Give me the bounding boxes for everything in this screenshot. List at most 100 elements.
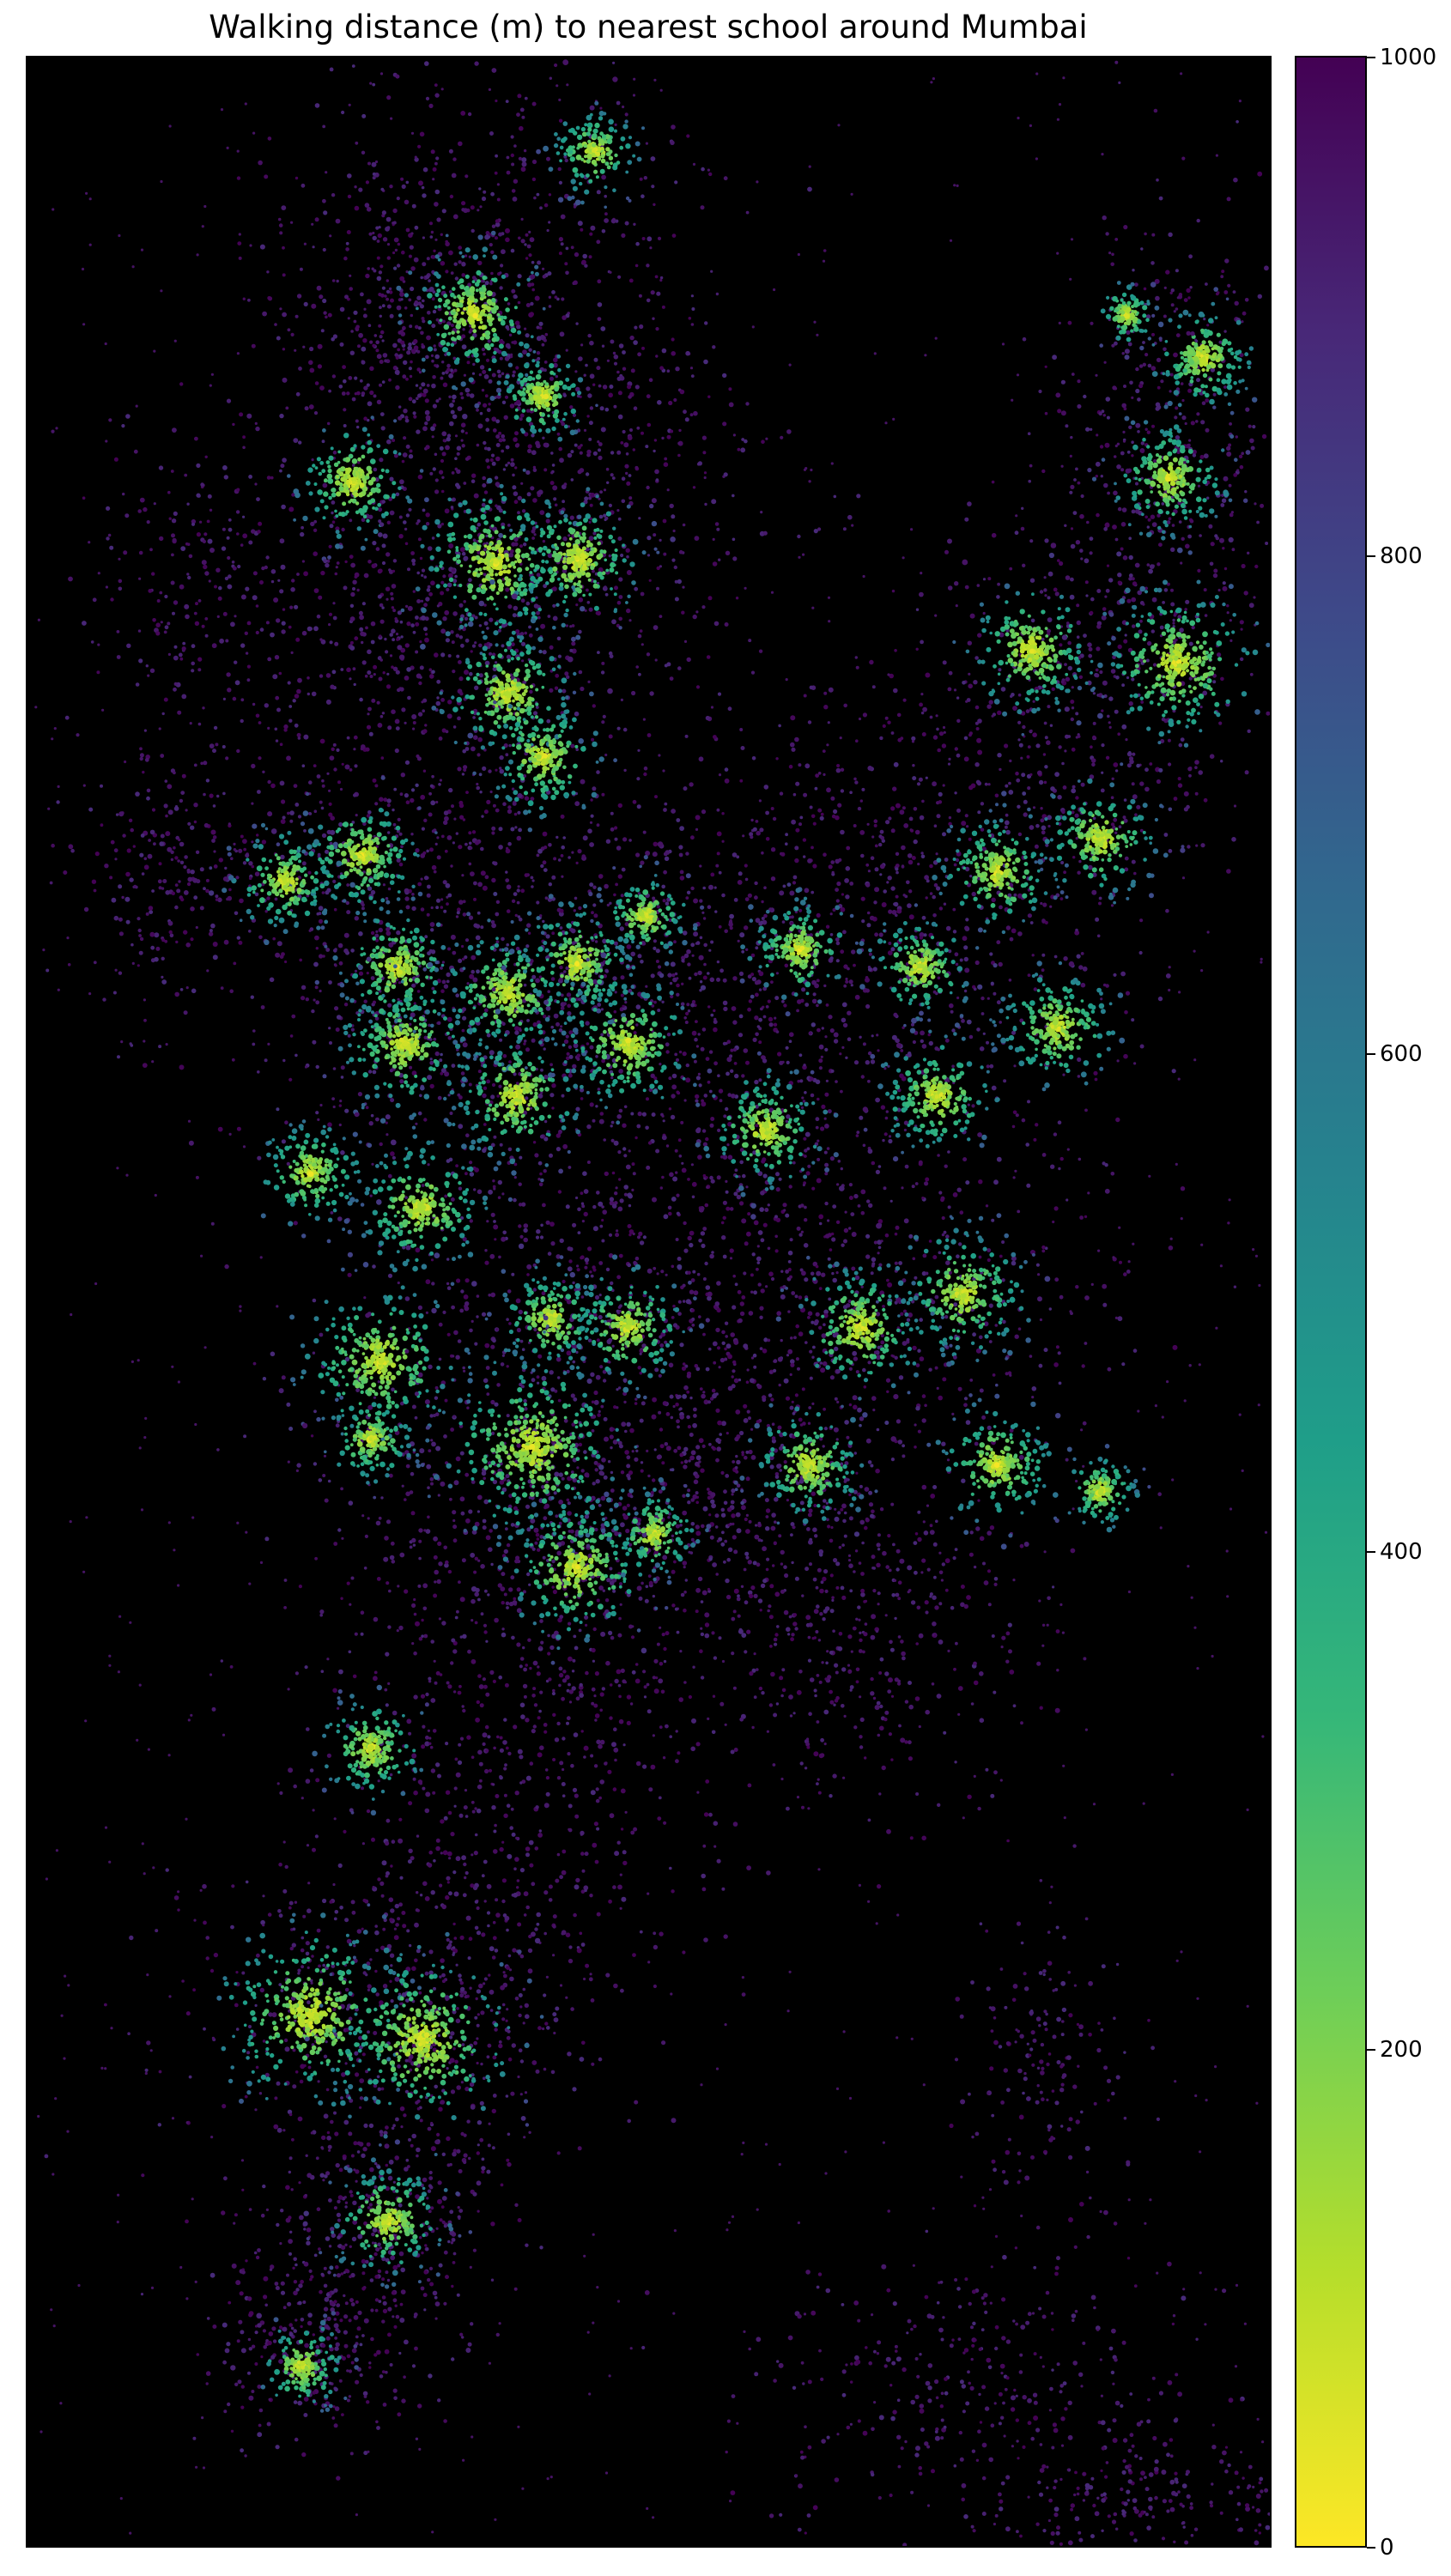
map-point: [309, 346, 314, 352]
map-point: [791, 1291, 796, 1295]
map-point: [463, 556, 468, 561]
map-point: [963, 956, 969, 962]
map-point: [549, 1221, 555, 1227]
map-point: [471, 479, 476, 483]
map-point: [357, 461, 361, 464]
map-point: [569, 648, 574, 652]
map-point: [193, 820, 197, 824]
map-point: [180, 791, 185, 795]
map-point: [505, 445, 510, 450]
map-point: [68, 844, 74, 850]
map-point: [1017, 804, 1021, 809]
map-point: [1129, 380, 1133, 385]
map-point: [432, 423, 437, 427]
map-point: [266, 270, 270, 274]
map-point: [431, 359, 434, 363]
map-point: [1033, 1137, 1037, 1142]
map-point: [702, 451, 707, 455]
map-point: [738, 1014, 744, 1019]
map-point: [669, 981, 673, 985]
map-point: [451, 173, 457, 179]
map-point: [1034, 844, 1039, 849]
map-point: [616, 600, 622, 605]
map-point: [1260, 503, 1265, 508]
map-point: [1031, 954, 1035, 957]
map-point: [633, 1031, 637, 1035]
map-point: [415, 650, 419, 654]
map-point: [1239, 620, 1244, 625]
map-point: [1161, 502, 1165, 506]
map-point: [1209, 561, 1214, 567]
map-point: [874, 932, 878, 937]
map-point: [1080, 952, 1084, 955]
map-point: [299, 267, 303, 271]
map-point: [991, 897, 996, 902]
map-point: [697, 461, 703, 466]
map-point: [758, 971, 764, 977]
map-point: [390, 597, 394, 601]
map-point: [578, 356, 583, 361]
map-point: [1123, 639, 1128, 644]
map-point: [438, 783, 441, 786]
map-point: [655, 478, 659, 482]
map-point: [278, 223, 283, 227]
map-point: [1005, 813, 1009, 817]
map-point: [578, 997, 581, 1002]
map-point: [666, 434, 671, 439]
map-point: [406, 621, 411, 627]
map-point: [431, 864, 437, 870]
map-point: [592, 531, 597, 536]
map-point: [823, 691, 828, 695]
map-point: [919, 936, 923, 940]
map-point: [953, 863, 957, 867]
map-point: [1168, 517, 1172, 521]
map-point: [998, 668, 1002, 672]
map-point: [893, 1012, 898, 1017]
map-point: [554, 686, 559, 690]
map-point: [1231, 837, 1236, 842]
map-point: [342, 365, 346, 369]
map-point: [1027, 913, 1032, 918]
map-point: [599, 490, 603, 494]
map-point: [464, 174, 469, 179]
map-point: [1029, 773, 1033, 777]
map-point: [212, 804, 216, 808]
map-point: [599, 106, 603, 110]
map-point: [162, 879, 167, 883]
map-point: [673, 940, 677, 944]
map-point: [1050, 786, 1055, 791]
map-point: [512, 485, 517, 490]
map-point: [311, 303, 317, 309]
map-point: [597, 279, 602, 284]
map-point: [440, 906, 444, 909]
map-point: [1065, 424, 1069, 428]
map-point: [537, 848, 543, 854]
map-point: [236, 1126, 241, 1131]
map-point: [650, 156, 656, 161]
map-point: [874, 867, 879, 872]
map-point: [1122, 815, 1126, 820]
map-point: [879, 873, 883, 876]
map-point: [1163, 588, 1169, 592]
map-point: [423, 876, 429, 881]
map-point: [507, 604, 513, 609]
map-point: [933, 882, 938, 888]
map-point: [794, 858, 799, 864]
map-point: [437, 1095, 442, 1100]
map-point: [486, 465, 490, 470]
map-point: [1112, 524, 1117, 530]
map-point: [444, 815, 449, 821]
map-point: [588, 520, 592, 524]
map-point: [1108, 578, 1114, 583]
map-point: [493, 1220, 496, 1223]
map-point: [423, 575, 428, 579]
map-point: [1180, 382, 1184, 385]
map-point: [728, 387, 732, 391]
map-point: [1101, 743, 1105, 748]
map-point: [378, 324, 382, 328]
map-point: [847, 1037, 852, 1041]
map-point: [471, 969, 475, 974]
map-point: [654, 795, 658, 799]
map-point: [676, 1211, 680, 1215]
map-point: [512, 197, 518, 202]
